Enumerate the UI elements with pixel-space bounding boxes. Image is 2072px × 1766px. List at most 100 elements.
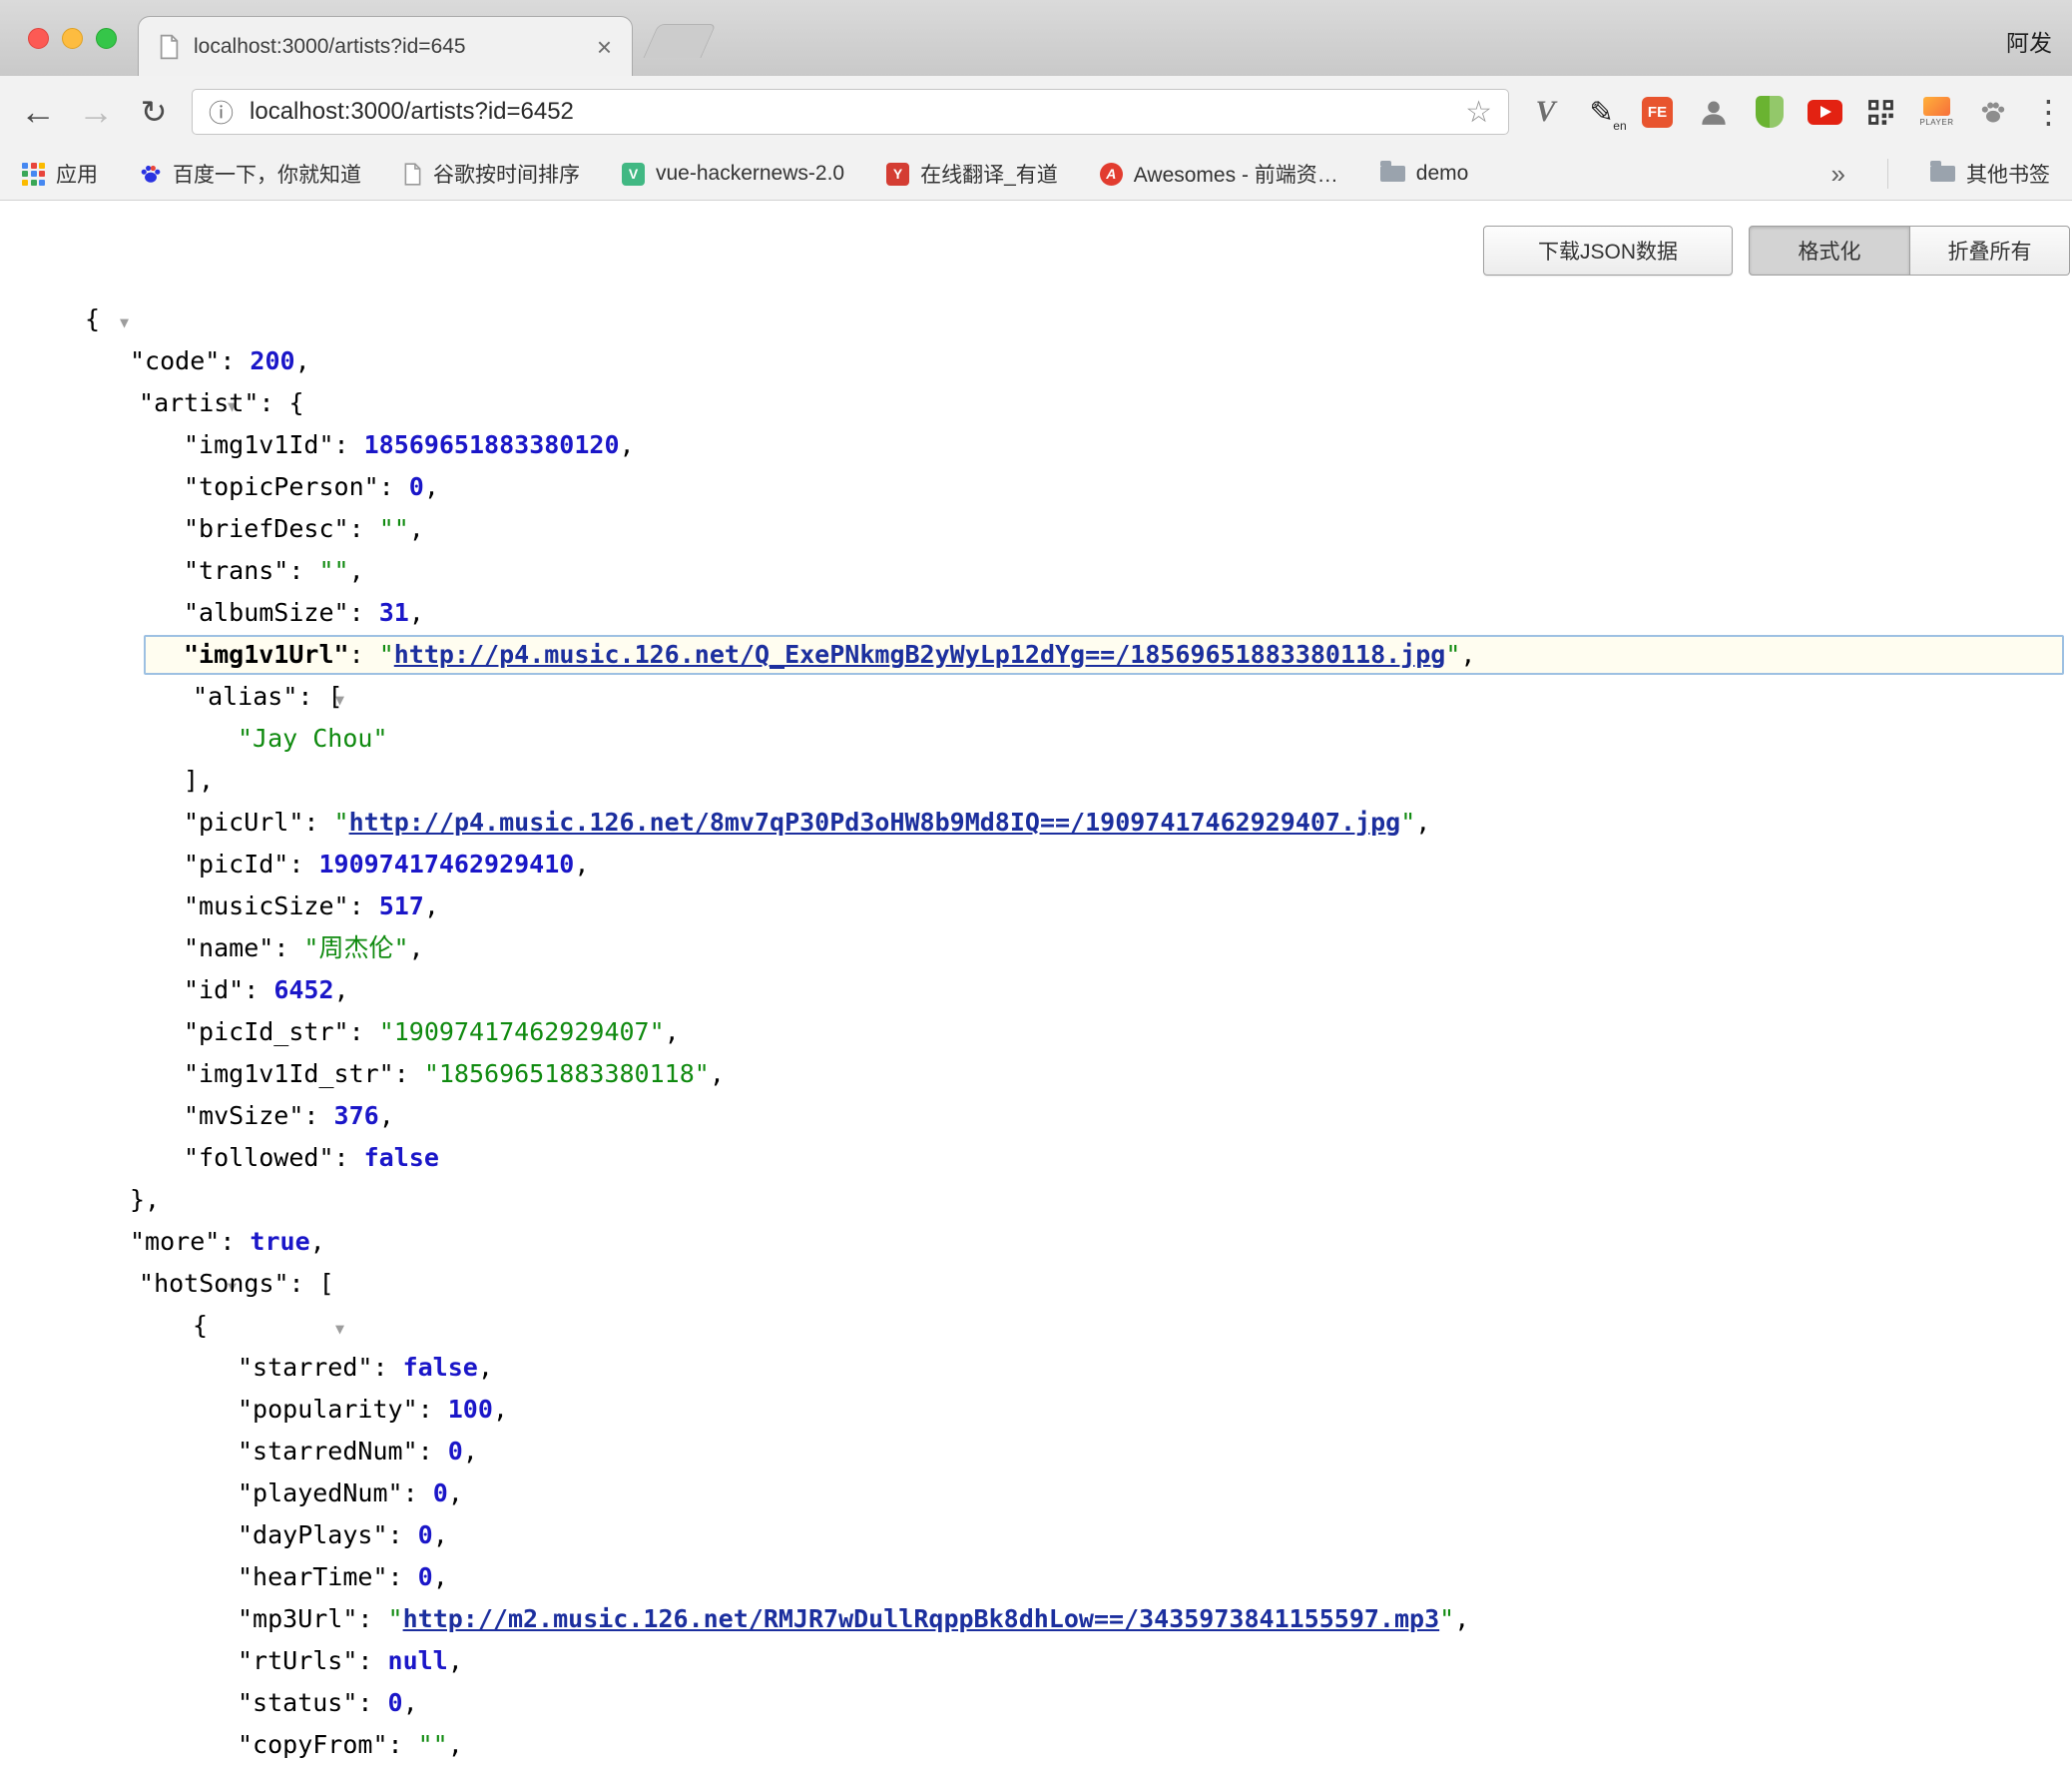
json-token: "img1v1Url"	[184, 640, 349, 669]
json-token: "	[379, 640, 394, 669]
json-token: "周杰伦"	[303, 933, 408, 962]
json-token: :	[288, 556, 318, 585]
bookmark-awesomes[interactable]: A Awesomes - 前端资…	[1100, 159, 1338, 189]
json-token: "picId"	[184, 850, 288, 879]
json-token: ,	[448, 1730, 463, 1759]
json-token: ""	[318, 556, 348, 585]
player-extension-icon[interactable]: PLAYER	[1919, 92, 1954, 132]
json-token: 19097417462929410	[318, 850, 574, 879]
folder-icon	[1930, 166, 1955, 182]
json-line: "Jay Chou"	[0, 718, 2072, 760]
back-icon[interactable]: ←	[14, 88, 62, 136]
profile-name[interactable]: 阿发	[2006, 24, 2052, 58]
json-token: ,	[349, 556, 364, 585]
bookmark-apps[interactable]: 应用	[22, 159, 98, 189]
page-content: 下载JSON数据 格式化 折叠所有 ▼{"code": 200,▼"artist…	[0, 201, 2072, 1751]
json-line: "mp3Url": "http://m2.music.126.net/RMJR7…	[0, 1598, 2072, 1640]
json-token: ,	[1460, 640, 1475, 669]
json-line: "rtUrls": null,	[0, 1640, 2072, 1682]
bookmark-star-icon[interactable]: ☆	[1465, 95, 1492, 130]
json-token: ""	[418, 1730, 448, 1759]
page-info-icon[interactable]: ⓘ	[209, 94, 234, 130]
json-line: "albumSize": 31,	[0, 592, 2072, 634]
json-token: "hearTime"	[238, 1562, 388, 1591]
json-token: 0	[388, 1688, 403, 1717]
fe-extension-icon[interactable]: FE	[1640, 92, 1675, 132]
window-minimize-button[interactable]	[62, 28, 83, 49]
youtube-extension-icon[interactable]	[1808, 92, 1842, 132]
json-token: ,	[334, 975, 349, 1004]
json-token: 0	[433, 1478, 448, 1507]
json-token: :	[273, 933, 303, 962]
collapse-toggle-icon[interactable]: ▼	[120, 313, 129, 331]
json-token: {	[85, 304, 100, 333]
json-line: },	[0, 1179, 2072, 1221]
bookmark-demo-folder[interactable]: demo	[1380, 162, 1469, 186]
bookmarks-overflow-chevron-icon[interactable]: »	[1831, 159, 1845, 190]
json-token: ,	[433, 1562, 448, 1591]
json-line: "musicSize": 517,	[0, 885, 2072, 927]
json-token: "albumSize"	[184, 598, 349, 627]
bookmark-baidu[interactable]: 百度一下，你就知道	[140, 159, 361, 189]
json-line: "picId_str": "19097417462929407",	[0, 1011, 2072, 1053]
json-token: null	[388, 1646, 448, 1675]
json-token: "18569651883380118"	[424, 1059, 710, 1088]
qrcode-extension-icon[interactable]	[1863, 92, 1898, 132]
profile-extension-icon[interactable]	[1696, 92, 1731, 132]
json-token: "	[1400, 808, 1415, 837]
active-tab[interactable]: localhost:3000/artists?id=645 ×	[138, 16, 633, 76]
json-token: :	[379, 472, 409, 501]
json-link[interactable]: http://m2.music.126.net/RMJR7wDullRqppBk…	[403, 1604, 1440, 1633]
browser-menu-icon[interactable]: ⋮	[2031, 92, 2066, 132]
json-token: 6452	[273, 975, 333, 1004]
json-line: "img1v1Url": "http://p4.music.126.net/Q_…	[0, 634, 2072, 676]
url-text[interactable]: localhost:3000/artists?id=6452	[250, 98, 1465, 126]
window-zoom-button[interactable]	[96, 28, 117, 49]
json-token: ,	[620, 430, 635, 459]
collapse-toggle-icon[interactable]: ▼	[335, 1320, 344, 1338]
bookmark-other-bookmarks[interactable]: 其他书签	[1930, 159, 2050, 189]
youdao-icon: Y	[886, 163, 909, 186]
json-line: ▼"artist": {	[0, 382, 2072, 424]
json-line: "starred": false,	[0, 1347, 2072, 1389]
json-token: 0	[418, 1520, 433, 1549]
tab-close-icon[interactable]: ×	[597, 34, 612, 60]
json-line: "id": 6452,	[0, 969, 2072, 1011]
json-token: :	[357, 1604, 387, 1633]
json-token: "starred"	[238, 1353, 372, 1382]
bookmark-google-sort[interactable]: 谷歌按时间排序	[403, 159, 580, 189]
json-token: "musicSize"	[184, 891, 349, 920]
json-token: "mvSize"	[184, 1101, 303, 1130]
json-token: ,	[665, 1017, 680, 1046]
shield-extension-icon[interactable]	[1752, 92, 1787, 132]
json-token: "	[1445, 640, 1460, 669]
reload-icon[interactable]: ↻	[130, 88, 178, 136]
json-link[interactable]: http://p4.music.126.net/Q_ExePNkmgB2yWyL…	[394, 640, 1446, 669]
window-close-button[interactable]	[28, 28, 49, 49]
new-tab-button[interactable]	[643, 24, 716, 58]
json-token: false	[403, 1353, 478, 1382]
json-token: "dayPlays"	[238, 1520, 388, 1549]
paw-extension-icon[interactable]	[1975, 92, 2010, 132]
bookmark-vue-hackernews[interactable]: V vue-hackernews-2.0	[622, 162, 844, 186]
format-button[interactable]: 格式化	[1749, 226, 1910, 276]
json-link[interactable]: http://p4.music.126.net/8mv7qP30Pd3oHW8b…	[349, 808, 1401, 837]
json-token: ""	[379, 514, 409, 543]
json-token: "alias"	[193, 682, 297, 711]
json-token: : {	[259, 388, 303, 417]
json-token: ,	[1454, 1604, 1469, 1633]
json-token: "	[334, 808, 349, 837]
json-line: "starredNum": 0,	[0, 1431, 2072, 1472]
json-token: :	[349, 640, 379, 669]
collapse-all-button[interactable]: 折叠所有	[1910, 226, 2070, 276]
download-json-button[interactable]: 下载JSON数据	[1483, 226, 1733, 276]
json-line: "name": "周杰伦",	[0, 927, 2072, 969]
json-token: ,	[1415, 808, 1430, 837]
translate-pen-icon[interactable]: ✎en	[1584, 92, 1619, 132]
address-bar[interactable]: ⓘ localhost:3000/artists?id=6452 ☆	[192, 89, 1509, 135]
bookmark-youdao[interactable]: Y 在线翻译_有道	[886, 159, 1058, 189]
json-token: "more"	[130, 1227, 220, 1256]
json-line: ▼"alias": [	[0, 676, 2072, 718]
extension-v-icon[interactable]: V	[1528, 92, 1563, 132]
nav-bar: ← → ↻ ⓘ localhost:3000/artists?id=6452 ☆…	[0, 76, 2072, 148]
